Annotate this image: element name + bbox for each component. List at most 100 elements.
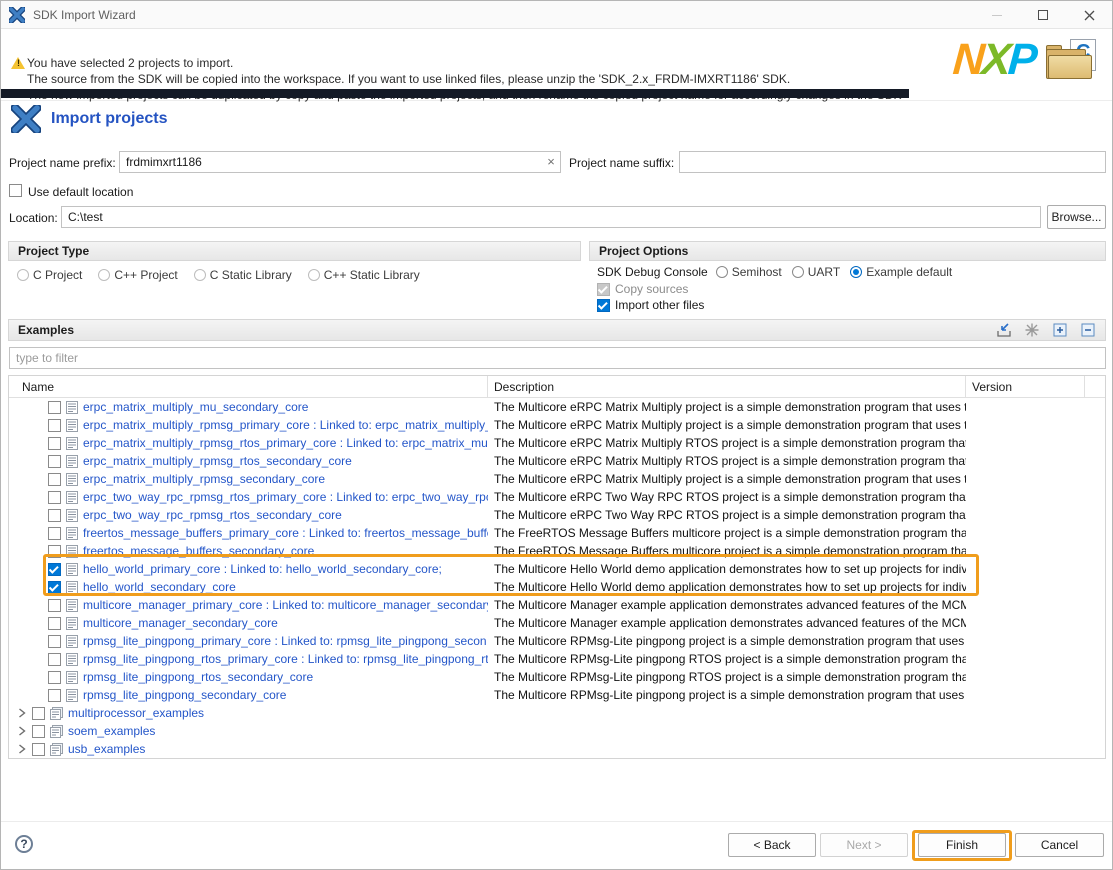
project-name-link[interactable]: erpc_matrix_multiply_rpmsg_rtos_secondar… bbox=[83, 454, 352, 468]
table-group-row[interactable]: soem_examples bbox=[9, 722, 1105, 740]
clear-prefix-icon[interactable] bbox=[543, 154, 559, 170]
column-header-name[interactable]: Name bbox=[9, 376, 488, 397]
expand-chevron-icon[interactable] bbox=[18, 726, 28, 736]
project-name-link[interactable]: freertos_message_buffers_secondary_core bbox=[83, 544, 314, 558]
project-name-link[interactable]: rpmsg_lite_pingpong_rtos_primary_core : … bbox=[83, 652, 488, 666]
table-row[interactable]: rpmsg_lite_pingpong_rtos_primary_core : … bbox=[9, 650, 1105, 668]
project-name-link[interactable]: erpc_matrix_multiply_rpmsg_rtos_primary_… bbox=[83, 436, 488, 450]
use-default-location-checkbox[interactable] bbox=[9, 184, 22, 197]
project-name-link[interactable]: erpc_two_way_rpc_rpmsg_rtos_secondary_co… bbox=[83, 508, 342, 522]
debug-console-option[interactable]: UART bbox=[792, 265, 840, 279]
project-type-option[interactable]: C Static Library bbox=[194, 268, 292, 282]
suffix-input[interactable] bbox=[679, 151, 1106, 173]
project-type-option[interactable]: C Project bbox=[17, 268, 82, 282]
column-header-version[interactable]: Version bbox=[966, 376, 1085, 397]
group-name-link[interactable]: soem_examples bbox=[68, 724, 155, 738]
row-checkbox[interactable] bbox=[48, 455, 61, 468]
import-xml-icon[interactable] bbox=[996, 322, 1012, 338]
table-row[interactable]: erpc_two_way_rpc_rpmsg_rtos_secondary_co… bbox=[9, 506, 1105, 524]
row-checkbox[interactable] bbox=[32, 707, 45, 720]
row-checkbox[interactable] bbox=[48, 635, 61, 648]
project-name-link[interactable]: freertos_message_buffers_primary_core : … bbox=[83, 526, 488, 540]
name-cell: erpc_two_way_rpc_rpmsg_rtos_secondary_co… bbox=[9, 506, 488, 524]
group-name-link[interactable]: multiprocessor_examples bbox=[68, 706, 204, 720]
row-checkbox[interactable] bbox=[48, 617, 61, 630]
row-checkbox[interactable] bbox=[48, 563, 61, 576]
table-group-row[interactable]: usb_examples bbox=[9, 740, 1105, 758]
project-name-link[interactable]: rpmsg_lite_pingpong_primary_core : Linke… bbox=[83, 634, 487, 648]
project-name-link[interactable]: erpc_matrix_multiply_rpmsg_primary_core … bbox=[83, 418, 488, 432]
close-button[interactable] bbox=[1066, 1, 1112, 29]
expand-chevron-icon[interactable] bbox=[18, 744, 28, 754]
row-checkbox[interactable] bbox=[48, 509, 61, 522]
cancel-button[interactable]: Cancel bbox=[1015, 833, 1104, 857]
table-row[interactable]: hello_world_primary_core : Linked to: he… bbox=[9, 560, 1105, 578]
table-row[interactable]: erpc_matrix_multiply_rpmsg_secondary_cor… bbox=[9, 470, 1105, 488]
row-checkbox[interactable] bbox=[48, 653, 61, 666]
table-row[interactable]: erpc_matrix_multiply_rpmsg_rtos_primary_… bbox=[9, 434, 1105, 452]
back-button[interactable]: < Back bbox=[728, 833, 816, 857]
row-checkbox[interactable] bbox=[48, 527, 61, 540]
debug-console-option[interactable]: Semihost bbox=[716, 265, 782, 279]
project-name-link[interactable]: multicore_manager_secondary_core bbox=[83, 616, 278, 630]
project-name-link[interactable]: multicore_manager_primary_core : Linked … bbox=[83, 598, 488, 612]
row-checkbox[interactable] bbox=[32, 725, 45, 738]
row-checkbox[interactable] bbox=[48, 671, 61, 684]
row-checkbox[interactable] bbox=[48, 545, 61, 558]
table-row[interactable]: erpc_matrix_multiply_rpmsg_primary_core … bbox=[9, 416, 1105, 434]
row-checkbox[interactable] bbox=[48, 689, 61, 702]
project-name-link[interactable]: erpc_two_way_rpc_rpmsg_rtos_primary_core… bbox=[83, 490, 488, 504]
row-checkbox[interactable] bbox=[48, 473, 61, 486]
table-row[interactable]: erpc_matrix_multiply_mu_secondary_coreTh… bbox=[9, 398, 1105, 416]
minimize-button[interactable] bbox=[974, 1, 1020, 29]
project-name-link[interactable]: erpc_matrix_multiply_rpmsg_secondary_cor… bbox=[83, 472, 325, 486]
help-button[interactable]: ? bbox=[15, 835, 33, 853]
next-button[interactable]: Next > bbox=[820, 833, 908, 857]
row-checkbox[interactable] bbox=[48, 599, 61, 612]
radio-label: C++ Static Library bbox=[324, 268, 420, 282]
project-type-option[interactable]: C++ Project bbox=[98, 268, 177, 282]
finish-button[interactable]: Finish bbox=[918, 833, 1006, 857]
project-name-link[interactable]: hello_world_primary_core : Linked to: he… bbox=[83, 562, 442, 576]
row-checkbox[interactable] bbox=[48, 419, 61, 432]
table-group-row[interactable]: multiprocessor_examples bbox=[9, 704, 1105, 722]
project-name-link[interactable]: erpc_matrix_multiply_mu_secondary_core bbox=[83, 400, 308, 414]
project-doc-icon bbox=[66, 527, 78, 540]
row-checkbox[interactable] bbox=[48, 581, 61, 594]
row-checkbox[interactable] bbox=[48, 437, 61, 450]
table-row[interactable]: freertos_message_buffers_primary_core : … bbox=[9, 524, 1105, 542]
browse-button[interactable]: Browse... bbox=[1047, 205, 1106, 229]
filter-input[interactable] bbox=[9, 347, 1106, 369]
project-name-link[interactable]: rpmsg_lite_pingpong_secondary_core bbox=[83, 688, 286, 702]
project-name-link[interactable]: rpmsg_lite_pingpong_rtos_secondary_core bbox=[83, 670, 313, 684]
clear-selection-icon[interactable] bbox=[1024, 322, 1040, 338]
column-header-description[interactable]: Description bbox=[488, 376, 966, 397]
project-name-link[interactable]: hello_world_secondary_core bbox=[83, 580, 236, 594]
project-doc-icon bbox=[66, 563, 78, 576]
table-row[interactable]: erpc_two_way_rpc_rpmsg_rtos_primary_core… bbox=[9, 488, 1105, 506]
table-row[interactable]: rpmsg_lite_pingpong_primary_core : Linke… bbox=[9, 632, 1105, 650]
project-type-option[interactable]: C++ Static Library bbox=[308, 268, 420, 282]
row-checkbox[interactable] bbox=[48, 491, 61, 504]
row-checkbox[interactable] bbox=[48, 401, 61, 414]
row-checkbox[interactable] bbox=[32, 743, 45, 756]
copy-sources-checkbox[interactable] bbox=[597, 283, 610, 296]
table-row[interactable]: freertos_message_buffers_secondary_coreT… bbox=[9, 542, 1105, 560]
maximize-button[interactable] bbox=[1020, 1, 1066, 29]
table-row[interactable]: multicore_manager_secondary_coreThe Mult… bbox=[9, 614, 1105, 632]
expand-chevron-icon[interactable] bbox=[18, 708, 28, 718]
table-row[interactable]: rpmsg_lite_pingpong_secondary_coreThe Mu… bbox=[9, 686, 1105, 704]
table-row[interactable]: erpc_matrix_multiply_rpmsg_rtos_secondar… bbox=[9, 452, 1105, 470]
prefix-input[interactable] bbox=[119, 151, 561, 173]
message-banner: ! You have selected 2 projects to import… bbox=[1, 29, 1112, 101]
table-row[interactable]: multicore_manager_primary_core : Linked … bbox=[9, 596, 1105, 614]
group-name-link[interactable]: usb_examples bbox=[68, 742, 145, 756]
location-input[interactable] bbox=[61, 206, 1041, 228]
table-row[interactable]: rpmsg_lite_pingpong_rtos_secondary_coreT… bbox=[9, 668, 1105, 686]
expand-all-icon[interactable] bbox=[1052, 322, 1068, 338]
debug-console-option[interactable]: Example default bbox=[850, 265, 952, 279]
window-title: SDK Import Wizard bbox=[33, 8, 136, 22]
import-other-files-checkbox[interactable] bbox=[597, 299, 610, 312]
collapse-all-icon[interactable] bbox=[1080, 322, 1096, 338]
table-row[interactable]: hello_world_secondary_coreThe Multicore … bbox=[9, 578, 1105, 596]
